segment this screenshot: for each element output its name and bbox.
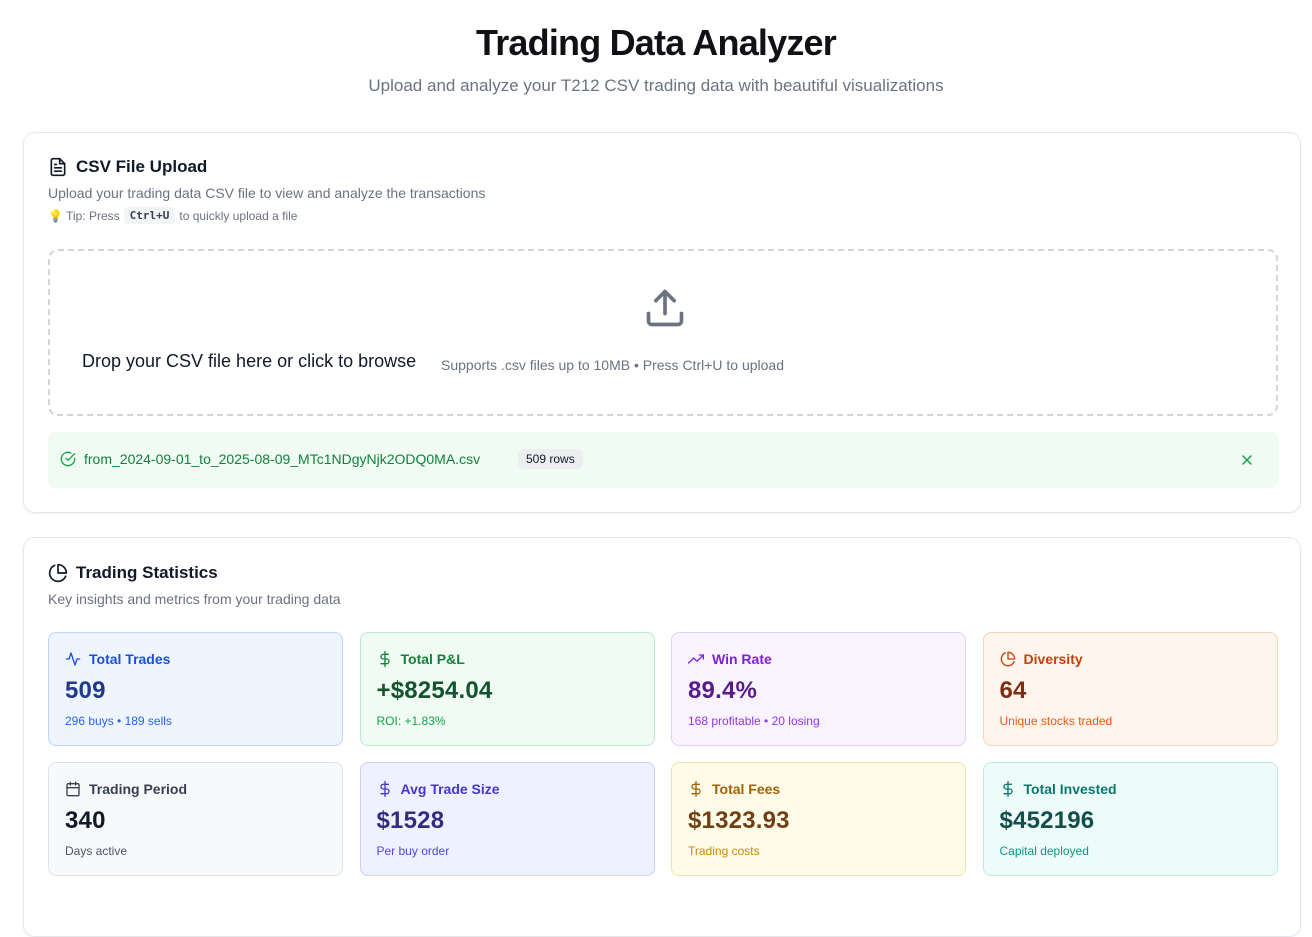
- stat-label-row: Total Fees: [688, 781, 780, 797]
- calendar-icon: [65, 781, 81, 797]
- file-text-icon: [48, 157, 68, 177]
- stat-value: +$8254.04: [376, 677, 493, 704]
- stat-subtext: Trading costs: [688, 844, 760, 858]
- stat-card-trading-period: Trading Period 340 Days active: [48, 762, 343, 876]
- stat-value: 89.4%: [688, 677, 758, 704]
- stat-label-row: Win Rate: [688, 651, 772, 667]
- tip-suffix: to quickly upload a file: [179, 208, 298, 223]
- tip-prefix: 💡 Tip: Press: [48, 208, 120, 223]
- stat-card-total-invested: Total Invested $452196 Capital deployed: [982, 762, 1278, 876]
- dropzone-main-text: Drop your CSV file here or click to brow…: [82, 351, 417, 371]
- stat-label-row: Avg Trade Size: [377, 781, 500, 797]
- remove-file-button[interactable]: [1239, 452, 1255, 473]
- stat-subtext: 296 buys • 189 sells: [65, 714, 172, 728]
- stat-subtext: 168 profitable • 20 losing: [688, 714, 820, 728]
- pie-chart-icon: [48, 563, 68, 583]
- stat-label-row: Total Invested: [1000, 781, 1117, 797]
- stat-label: Avg Trade Size: [400, 781, 500, 797]
- stat-card-total-trades: Total Trades 509 296 buys • 189 sells: [48, 632, 343, 746]
- dollar-icon: [377, 651, 393, 667]
- csv-upload-card: CSV File Upload Upload your trading data…: [23, 132, 1301, 513]
- stat-card-total-p-l: Total P&L +$8254.04 ROI: +1.83%: [359, 632, 655, 746]
- page-header: Trading Data Analyzer Upload and analyze…: [0, 0, 1312, 96]
- stat-subtext: Per buy order: [376, 844, 450, 858]
- upload-card-description: Upload your trading data CSV file to vie…: [48, 185, 486, 201]
- stat-label: Trading Period: [89, 781, 188, 797]
- stat-subtext: Days active: [65, 844, 128, 858]
- stat-label: Diversity: [1023, 651, 1083, 667]
- page-title: Trading Data Analyzer: [476, 22, 837, 63]
- stat-subtext: ROI: +1.83%: [376, 714, 446, 728]
- stats-card-header: Trading Statistics: [48, 563, 218, 583]
- stat-value: $1323.93: [688, 807, 790, 834]
- uploaded-file-name: from_2024-09-01_to_2025-08-09_MTc1NDgyNj…: [84, 451, 481, 467]
- stats-card-title: Trading Statistics: [76, 563, 218, 582]
- stat-subtext: Capital deployed: [999, 844, 1089, 858]
- csv-dropzone[interactable]: Drop your CSV file here or click to brow…: [48, 249, 1278, 416]
- stat-value: 64: [999, 677, 1027, 704]
- stat-value: $452196: [999, 807, 1095, 834]
- stat-subtext: Unique stocks traded: [999, 714, 1113, 728]
- stat-label: Total Fees: [712, 781, 781, 797]
- stat-label-row: Total P&L: [377, 651, 465, 667]
- stat-label-row: Diversity: [1000, 651, 1083, 667]
- dollar-icon: [1000, 781, 1016, 797]
- close-icon: [1242, 455, 1252, 465]
- activity-icon: [65, 651, 81, 667]
- dollar-icon: [377, 781, 393, 797]
- stat-label: Total Trades: [89, 651, 171, 667]
- stat-card-total-fees: Total Fees $1323.93 Trading costs: [671, 762, 966, 876]
- stat-label-row: Trading Period: [65, 781, 187, 797]
- trading-statistics-card: Trading Statistics Key insights and metr…: [23, 537, 1301, 937]
- stat-value: 509: [65, 677, 106, 704]
- upload-icon: [643, 286, 687, 335]
- stat-label: Total Invested: [1023, 781, 1117, 797]
- stat-label-row: Total Trades: [65, 651, 170, 667]
- tip-shortcut-key: Ctrl+U: [123, 207, 176, 224]
- dollar-icon: [688, 781, 704, 797]
- stat-card-diversity: Diversity 64 Unique stocks traded: [982, 632, 1278, 746]
- stats-card-description: Key insights and metrics from your tradi…: [48, 591, 341, 607]
- stat-value: 340: [65, 807, 106, 834]
- stat-card-win-rate: Win Rate 89.4% 168 profitable • 20 losing: [671, 632, 966, 746]
- pie-chart-icon: [1000, 651, 1016, 667]
- trending-up-icon: [688, 651, 704, 667]
- stat-card-avg-trade-size: Avg Trade Size $1528 Per buy order: [359, 762, 655, 876]
- uploaded-file-bar: from_2024-09-01_to_2025-08-09_MTc1NDgyNj…: [48, 432, 1279, 488]
- stat-label: Total P&L: [400, 651, 465, 667]
- stat-value: $1528: [376, 807, 445, 834]
- dropzone-sub-text: Supports .csv files up to 10MB • Press C…: [441, 357, 784, 373]
- upload-tip: 💡 Tip: Press Ctrl+U to quickly upload a …: [48, 207, 297, 224]
- page-subtitle: Upload and analyze your T212 CSV trading…: [368, 76, 944, 95]
- upload-card-header: CSV File Upload: [48, 157, 207, 177]
- rows-badge: 509 rows: [518, 449, 583, 469]
- check-circle-icon: [60, 451, 76, 472]
- upload-card-title: CSV File Upload: [76, 157, 208, 176]
- stat-label: Win Rate: [712, 651, 772, 667]
